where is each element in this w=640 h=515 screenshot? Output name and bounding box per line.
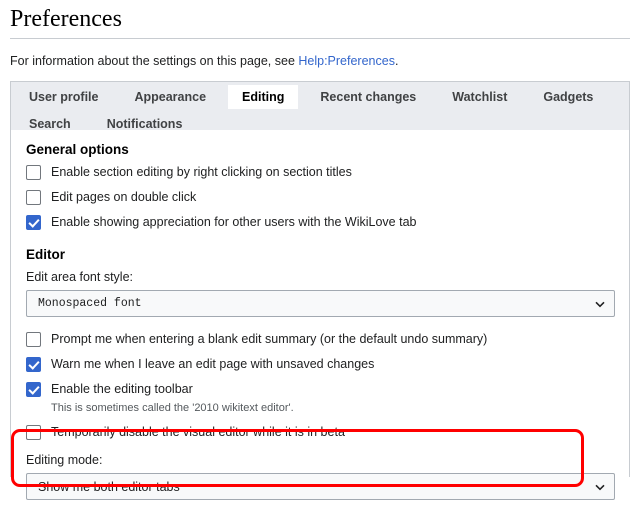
checkbox-disable-visual-editor[interactable] <box>26 425 41 440</box>
label-disable-visual-editor: Temporarily disable the visual editor wh… <box>51 425 345 439</box>
option-warn-unsaved[interactable]: Warn me when I leave an edit page with u… <box>11 356 629 372</box>
option-editing-toolbar[interactable]: Enable the editing toolbar <box>11 381 629 397</box>
editing-preferences-panel: General options Enable section editing b… <box>10 130 630 500</box>
tab-recent-changes[interactable]: Recent changes <box>306 85 430 109</box>
intro-text: For information about the settings on th… <box>0 39 640 69</box>
chevron-down-icon <box>594 298 606 310</box>
help-preferences-link[interactable]: Help:Preferences <box>298 54 395 68</box>
tab-notifications[interactable]: Notifications <box>93 112 197 130</box>
tab-user-profile[interactable]: User profile <box>15 85 112 109</box>
value-editing-mode: Show me both editor tabs <box>38 479 180 494</box>
preferences-tab-bar: User profile Appearance Editing Recent c… <box>10 81 630 130</box>
label-blank-summary-prompt: Prompt me when entering a blank edit sum… <box>51 332 488 346</box>
editor-heading: Editor <box>26 247 65 262</box>
checkbox-editing-toolbar[interactable] <box>26 382 41 397</box>
select-edit-area-font-style[interactable]: Monospaced font <box>26 290 615 317</box>
preferences-page: Preferences For information about the se… <box>0 0 640 515</box>
intro-prefix: For information about the settings on th… <box>10 54 299 68</box>
checkbox-section-editing[interactable] <box>26 165 41 180</box>
label-double-click-edit: Edit pages on double click <box>51 190 197 204</box>
help-text-editing-toolbar: This is sometimes called the '2010 wikit… <box>51 402 294 414</box>
select-editing-mode[interactable]: Show me both editor tabs <box>26 473 615 500</box>
option-wikilove[interactable]: Enable showing appreciation for other us… <box>11 214 629 230</box>
tab-watchlist[interactable]: Watchlist <box>438 85 521 109</box>
label-section-editing: Enable section editing by right clicking… <box>51 165 352 179</box>
checkbox-wikilove[interactable] <box>26 215 41 230</box>
tab-search[interactable]: Search <box>15 112 85 130</box>
page-title: Preferences <box>10 6 122 32</box>
tab-gadgets[interactable]: Gadgets <box>529 85 607 109</box>
checkbox-blank-summary-prompt[interactable] <box>26 332 41 347</box>
label-editing-toolbar: Enable the editing toolbar <box>51 382 193 396</box>
chevron-down-icon <box>594 481 606 493</box>
tab-editing[interactable]: Editing <box>228 85 299 109</box>
option-section-editing[interactable]: Enable section editing by right clicking… <box>11 164 629 180</box>
label-wikilove: Enable showing appreciation for other us… <box>51 215 417 229</box>
intro-suffix: . <box>394 54 399 68</box>
label-edit-area-font-style: Edit area font style: <box>26 270 134 284</box>
option-blank-summary-prompt[interactable]: Prompt me when entering a blank edit sum… <box>11 331 629 347</box>
value-edit-area-font-style: Monospaced font <box>38 297 142 310</box>
checkbox-warn-unsaved[interactable] <box>26 357 41 372</box>
checkbox-double-click-edit[interactable] <box>26 190 41 205</box>
option-disable-visual-editor[interactable]: Temporarily disable the visual editor wh… <box>11 424 629 440</box>
tab-appearance[interactable]: Appearance <box>120 85 220 109</box>
label-editing-mode: Editing mode: <box>26 453 103 467</box>
label-warn-unsaved: Warn me when I leave an edit page with u… <box>51 357 375 371</box>
option-double-click-edit[interactable]: Edit pages on double click <box>11 189 629 205</box>
general-options-heading: General options <box>26 142 129 157</box>
